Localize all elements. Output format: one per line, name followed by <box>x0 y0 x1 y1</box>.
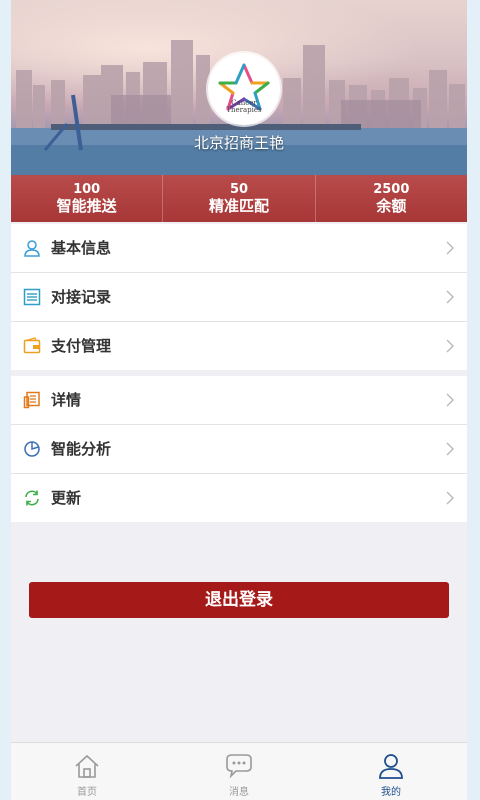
stat-label: 余额 <box>376 197 407 215</box>
home-icon <box>75 754 99 778</box>
tab-label: 消息 <box>229 787 249 798</box>
chevron-right-icon <box>446 491 454 505</box>
menu-item-smart-analysis[interactable]: 智能分析 <box>11 425 467 474</box>
stats-bar: 100 智能推送 50 精准匹配 2500 余额 <box>11 175 467 222</box>
chevron-right-icon <box>446 241 454 255</box>
menu-item-details[interactable]: 详情 <box>11 376 467 425</box>
bottom-tab-bar: 首页 消息 我的 <box>11 742 467 800</box>
tab-mine[interactable]: 我的 <box>315 743 467 800</box>
person-icon <box>379 754 403 779</box>
stat-value: 2500 <box>373 182 410 197</box>
stat-smart-push[interactable]: 100 智能推送 <box>11 175 162 222</box>
stat-label: 智能推送 <box>56 197 117 215</box>
tab-label: 我的 <box>381 787 401 798</box>
star-logo-icon <box>218 63 270 111</box>
chevron-right-icon <box>446 393 454 407</box>
menu-group-tools: 详情 智能分析 更新 <box>11 376 467 522</box>
logo-line-2: Therapies <box>226 106 262 114</box>
menu-item-label: 详情 <box>51 391 82 409</box>
chevron-right-icon <box>446 339 454 353</box>
pie-chart-icon <box>24 441 40 457</box>
avatar[interactable]: Cancer Therapies <box>208 53 280 125</box>
app-screen: Cancer Therapies 北京招商王艳 100 智能推送 50 精准匹配… <box>11 0 467 800</box>
avatar-logo-text: Cancer Therapies <box>208 100 280 114</box>
menu-item-label: 基本信息 <box>51 239 112 257</box>
tab-messages[interactable]: 消息 <box>163 743 315 800</box>
menu-item-label: 更新 <box>51 489 82 507</box>
profile-header: Cancer Therapies 北京招商王艳 <box>11 0 467 175</box>
menu-item-payment-management[interactable]: 支付管理 <box>11 322 467 370</box>
username: 北京招商王艳 <box>193 134 284 152</box>
menu-item-update[interactable]: 更新 <box>11 474 467 522</box>
stat-label: 精准匹配 <box>208 197 269 215</box>
menu-group-account: 基本信息 对接记录 支付管理 <box>11 224 467 370</box>
menu-item-label: 支付管理 <box>51 337 112 355</box>
logout-button[interactable]: 退出登录 <box>29 582 449 618</box>
chevron-right-icon <box>446 442 454 456</box>
wallet-icon <box>23 337 41 354</box>
tab-label: 首页 <box>77 787 97 798</box>
menu-item-connection-records[interactable]: 对接记录 <box>11 273 467 322</box>
menu-item-label: 对接记录 <box>51 288 112 306</box>
chevron-right-icon <box>446 290 454 304</box>
menu-item-basic-info[interactable]: 基本信息 <box>11 224 467 273</box>
message-icon <box>226 754 252 779</box>
menu-item-label: 智能分析 <box>51 440 112 458</box>
stat-value: 100 <box>73 182 101 197</box>
stat-value: 50 <box>229 182 249 197</box>
stat-balance[interactable]: 2500 余额 <box>314 175 467 222</box>
refresh-icon <box>25 490 39 506</box>
tab-home[interactable]: 首页 <box>11 743 163 800</box>
stat-precise-match[interactable]: 50 精准匹配 <box>162 175 314 222</box>
user-icon <box>24 240 40 257</box>
list-icon <box>23 288 41 306</box>
document-icon <box>23 391 40 409</box>
